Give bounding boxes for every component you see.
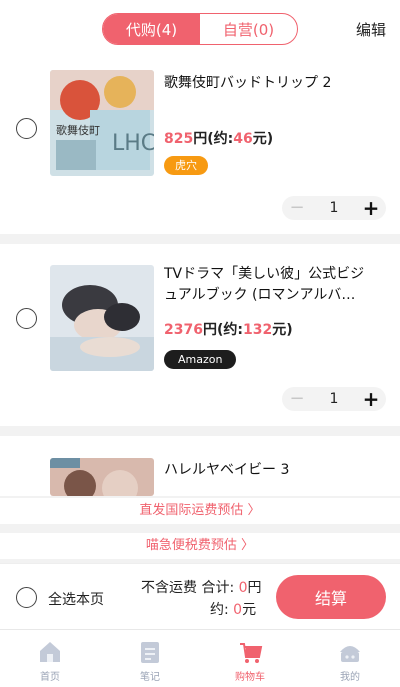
cart-type-switch: 代购(4) 自营(0) (102, 13, 298, 45)
quantity-stepper: − 1 + (282, 387, 386, 411)
total-cny-unit: 元 (242, 602, 257, 618)
product-image[interactable]: 歌舞伎町 LHC (50, 70, 154, 176)
svg-text:LHC: LHC (112, 131, 154, 156)
price-separator: 円(约: (202, 322, 243, 338)
price-cny: 132 (242, 322, 273, 338)
decrease-button[interactable]: − (282, 387, 312, 411)
total-line: 不含运费 合计: 0円 (141, 577, 262, 597)
decrease-button[interactable]: − (282, 196, 312, 220)
increase-button[interactable]: + (356, 196, 386, 220)
quantity-value[interactable]: 1 (312, 200, 356, 216)
select-all-label[interactable]: 全选本页 (48, 589, 104, 609)
cart-icon (240, 643, 263, 663)
checkout-bar: 全选本页 不含运费 合计: 0円 约: 0元 结算 (0, 563, 400, 629)
product-title[interactable]: 歌舞伎町バッドトリップ 2 (164, 73, 374, 94)
product-price: 825円(约:46元) (164, 128, 273, 148)
total-yen-unit: 円 (247, 580, 262, 596)
item-select-radio[interactable] (16, 118, 37, 139)
price-end: 元) (272, 322, 293, 338)
bottom-nav: 首页 笔记 购物车 我的 (0, 629, 400, 687)
nav-profile[interactable]: 我的 (300, 630, 400, 687)
edit-button[interactable]: 编辑 (356, 19, 386, 40)
nav-cart[interactable]: 购物车 (200, 630, 300, 687)
store-tag: Amazon (164, 350, 237, 369)
price-separator: 円(约: (193, 131, 234, 147)
top-bar: 代购(4) 自营(0) 编辑 (0, 0, 400, 58)
store-tag: 虎穴 (164, 156, 208, 175)
tab-proxy-purchase[interactable]: 代购(4) (103, 14, 200, 44)
tab-self-operated[interactable]: 自营(0) (200, 14, 297, 44)
nav-label-profile: 我的 (340, 672, 360, 683)
total-yen: 0 (238, 580, 248, 596)
product-title[interactable]: TVドラマ「美しい彼」公式ビジュアルブック (ロマンアルバ… (164, 264, 374, 306)
price-cny: 46 (233, 131, 253, 147)
product-image[interactable] (50, 458, 154, 496)
tax-estimate-link[interactable]: 喵急便税费预估 〉 (0, 533, 400, 559)
nav-label-notes: 笔记 (140, 672, 160, 683)
approx-prefix: 约: (210, 602, 234, 618)
increase-button[interactable]: + (356, 387, 386, 411)
quantity-stepper: − 1 + (282, 196, 386, 220)
product-price: 2376円(约:132元) (164, 319, 293, 339)
nav-label-home: 首页 (40, 672, 60, 683)
home-icon (40, 642, 60, 662)
item-select-radio[interactable] (16, 308, 37, 329)
product-title[interactable]: ハレルヤベイビー 3 (164, 460, 374, 481)
nav-notes[interactable]: 笔记 (100, 630, 200, 687)
quantity-value[interactable]: 1 (312, 391, 356, 407)
intl-shipping-estimate-link[interactable]: 直发国际运费预估 〉 (0, 498, 400, 524)
product-image[interactable] (50, 265, 154, 371)
cart-item: 歌舞伎町 LHC 歌舞伎町バッドトリップ 2 825円(约:46元) 虎穴 − … (0, 58, 400, 234)
profile-icon (340, 646, 360, 662)
notes-icon (141, 642, 159, 663)
price-end: 元) (252, 131, 274, 147)
total-cny: 0 (233, 602, 243, 618)
cart-item: TVドラマ「美しい彼」公式ビジュアルブック (ロマンアルバ… 2376円(约:1… (0, 244, 400, 426)
nav-label-cart: 购物车 (235, 672, 265, 683)
select-all-radio[interactable] (16, 587, 37, 608)
price-yen: 825 (164, 131, 194, 147)
cart-item: ハレルヤベイビー 3 (0, 436, 400, 496)
checkout-button[interactable]: 结算 (276, 575, 386, 619)
approx-total-line: 约: 0元 (210, 599, 256, 619)
svg-text:歌舞伎町: 歌舞伎町 (56, 123, 100, 137)
nav-home[interactable]: 首页 (0, 630, 100, 687)
price-yen: 2376 (164, 322, 203, 338)
total-prefix: 不含运费 合计: (141, 580, 239, 596)
